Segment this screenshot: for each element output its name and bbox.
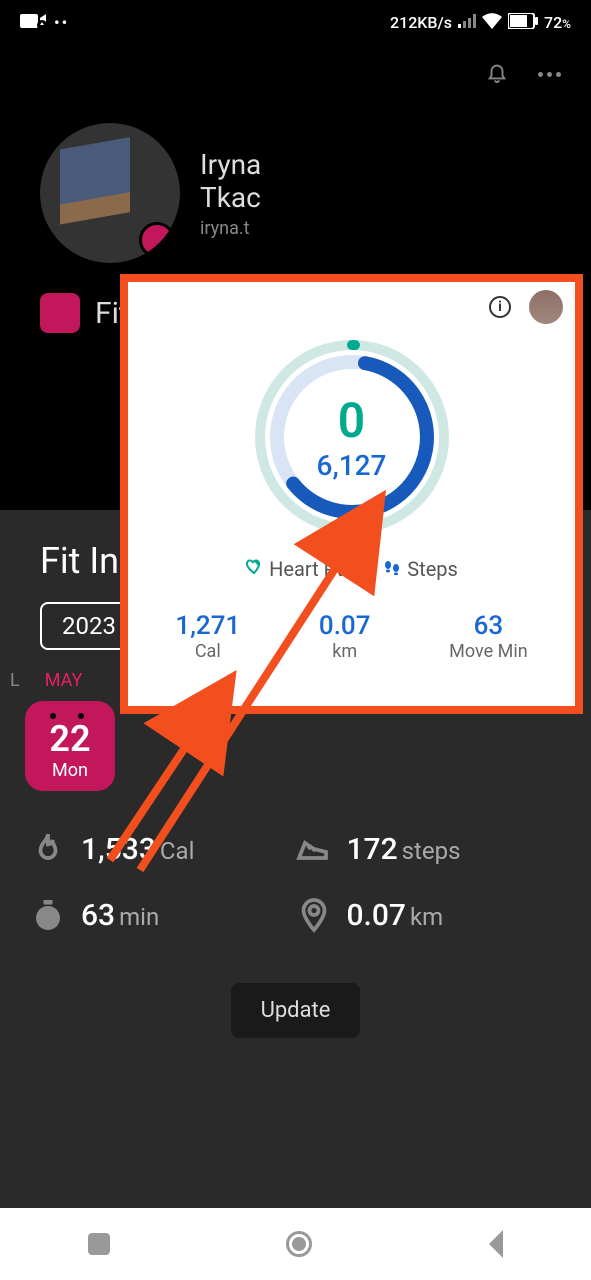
profile-name-line1: Iryna: [200, 148, 261, 181]
battery-icon: [508, 13, 538, 33]
info-icon[interactable]: i: [489, 296, 511, 318]
data-rate: 212KB/s: [390, 13, 452, 32]
android-nav-bar: [0, 1208, 591, 1280]
fit-stat-move[interactable]: 63 Move Min: [449, 611, 528, 662]
nav-back[interactable]: [489, 1230, 503, 1258]
status-bar: •• 212KB/s 72%: [0, 0, 591, 45]
bell-icon[interactable]: [486, 60, 508, 88]
app-icon: [40, 293, 80, 333]
month-prev[interactable]: L: [10, 670, 20, 691]
battery-pct: 72%: [544, 13, 571, 32]
dots-indicator: ••: [54, 13, 69, 32]
wifi-icon: [482, 13, 502, 33]
fire-icon: [30, 831, 66, 867]
nav-home[interactable]: [286, 1231, 312, 1257]
update-button[interactable]: Update: [231, 983, 361, 1038]
signal-icon: [458, 13, 476, 32]
avatar[interactable]: [40, 123, 180, 263]
heart-pts-value: 0: [317, 392, 387, 449]
profile-name-line2: Tkac: [200, 181, 261, 214]
video-icon: [20, 13, 46, 33]
annotation-arrow-2: [70, 680, 270, 884]
stopwatch-icon: [30, 897, 66, 933]
more-icon[interactable]: [538, 72, 561, 77]
nav-recent[interactable]: [88, 1233, 110, 1255]
steps-value: 6,127: [317, 449, 387, 482]
fit-avatar[interactable]: [529, 290, 563, 324]
profile-email: iryna.t: [200, 218, 261, 239]
